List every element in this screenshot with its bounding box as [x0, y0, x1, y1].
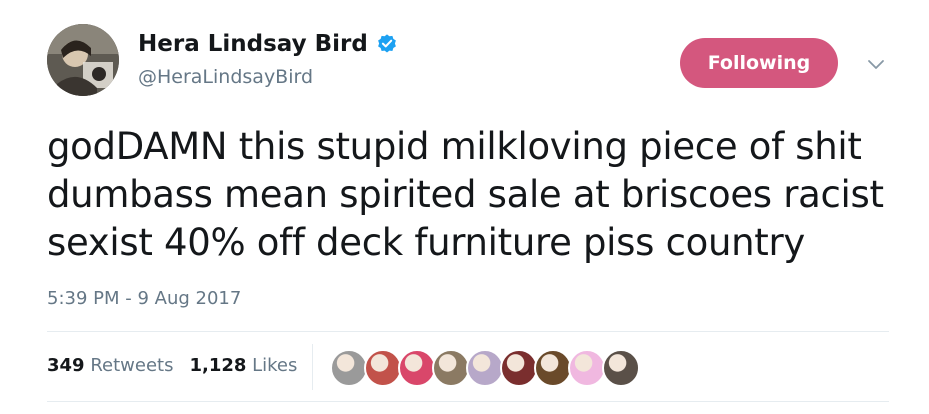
liker-avatar-7[interactable]: [534, 349, 572, 387]
liker-avatars: [330, 349, 640, 387]
author-handle[interactable]: @HeraLindsayBird: [138, 66, 313, 88]
stats-separator: [312, 344, 313, 390]
divider: [47, 331, 889, 332]
tweet-text-line: godDAMN this stupid milkloving piece of …: [47, 125, 862, 168]
author-name-row[interactable]: Hera Lindsay Bird: [138, 31, 398, 57]
tweet-text: godDAMN this stupid milkloving piece of …: [47, 123, 907, 267]
author-avatar[interactable]: [47, 24, 119, 96]
tweet-text-line: sexist 40% off deck furniture piss count…: [47, 221, 805, 264]
likes-count: 1,128: [189, 355, 247, 376]
retweets-label: Retweets: [90, 355, 174, 376]
tweet-stats: 349 Retweets 1,128 Likes: [47, 355, 297, 376]
liker-avatar-4[interactable]: [432, 349, 470, 387]
liker-avatar-3[interactable]: [398, 349, 436, 387]
tweet-text-line: dumbass mean spirited sale at briscoes r…: [47, 173, 884, 216]
likes-label: Likes: [252, 355, 298, 376]
liker-avatar-2[interactable]: [364, 349, 402, 387]
retweets-count: 349: [47, 355, 85, 376]
liker-avatar-8[interactable]: [568, 349, 606, 387]
divider: [47, 401, 889, 402]
liker-avatar-9[interactable]: [602, 349, 640, 387]
liker-avatar-5[interactable]: [466, 349, 504, 387]
likes-stat[interactable]: 1,128 Likes: [189, 355, 297, 376]
tweet-timestamp[interactable]: 5:39 PM - 9 Aug 2017: [47, 288, 241, 309]
following-button[interactable]: Following: [680, 38, 838, 88]
verified-badge-icon: [376, 33, 398, 55]
liker-avatar-6[interactable]: [500, 349, 538, 387]
retweets-stat[interactable]: 349 Retweets: [47, 355, 173, 376]
author-display-name[interactable]: Hera Lindsay Bird: [138, 31, 368, 57]
liker-avatar-1[interactable]: [330, 349, 368, 387]
chevron-down-icon[interactable]: [864, 52, 888, 76]
